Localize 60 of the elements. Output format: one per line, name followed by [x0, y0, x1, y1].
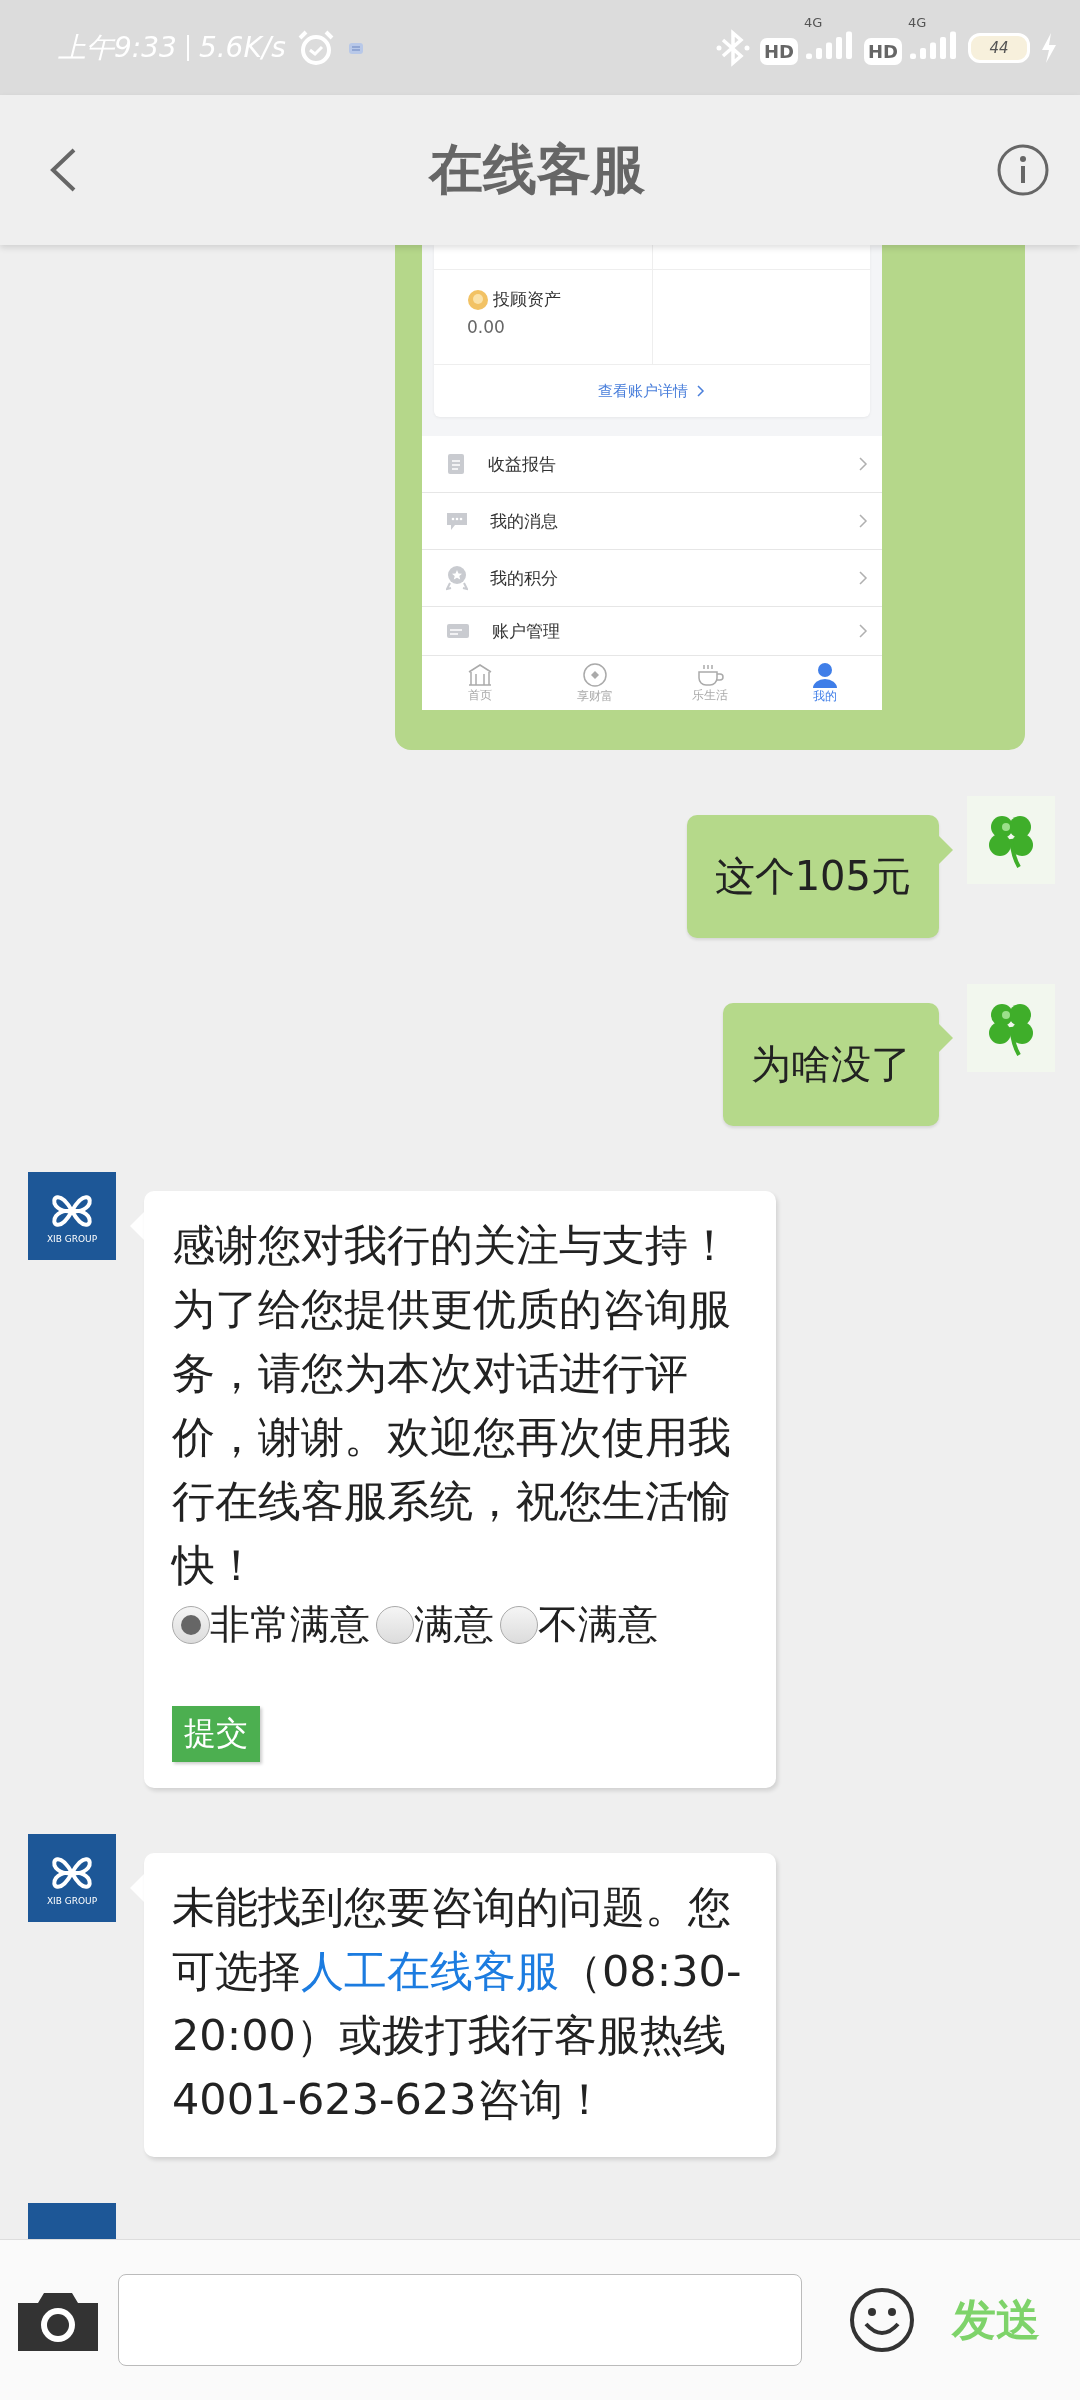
signal-icon [804, 30, 854, 61]
tab[interactable]: 享财富 [537, 656, 652, 710]
radio-button[interactable] [500, 1605, 538, 1644]
option-label: 不满意 [538, 1600, 658, 1649]
network-type: 4G [804, 14, 823, 30]
menu-label: 我的消息 [490, 509, 559, 533]
medal-icon [446, 565, 468, 591]
battery-level: 44 [989, 38, 1009, 57]
emoji-icon[interactable] [848, 2286, 916, 2354]
chat-icon [446, 510, 468, 532]
message-text: 感谢您对我行的关注与支持！为了给您提供更优质的咨询服务，请您为本次对话进行评价，谢谢。欢迎您再次使用我行在线客服系统，祝您生活愉快！ [172, 1219, 732, 1592]
charging-icon [1040, 31, 1058, 64]
info-icon[interactable] [996, 143, 1050, 197]
menu-item[interactable]: 账户管理 [422, 607, 882, 655]
coin-icon [467, 288, 489, 311]
rating-option[interactable]: 非常满意 [172, 1597, 376, 1652]
radio-button[interactable] [172, 1605, 210, 1644]
agent-chat-link[interactable]: 人工在线客服 [301, 1946, 559, 1996]
back-icon[interactable] [48, 147, 78, 193]
message-input[interactable] [118, 2274, 802, 2366]
chevron-right-icon [696, 384, 706, 398]
account-details-link[interactable]: 查看账户详情 [598, 381, 688, 401]
rating-option[interactable]: 不满意 [500, 1597, 664, 1652]
menu-label: 收益报告 [488, 452, 557, 476]
menu-item[interactable]: 我的积分 [422, 550, 882, 607]
tab[interactable]: 乐生活 [652, 656, 767, 710]
option-label: 满意 [414, 1600, 494, 1649]
bluetooth-icon [715, 27, 750, 68]
asset-label: 投顾资产 [493, 288, 561, 311]
menu-item[interactable]: 收益报告 [422, 436, 882, 493]
message-text: 未能找到您要咨询的问题。您可选择人工在线客服（08:30-20:00）或拨打我行客服热线4001-623-623咨询！ [172, 1881, 743, 2126]
tab[interactable]: 首页 [422, 656, 537, 710]
tab[interactable]: 我的 [767, 656, 882, 710]
option-label: 非常满意 [210, 1600, 370, 1649]
chevron-right-icon [858, 570, 868, 586]
menu-item[interactable]: 我的消息 [422, 493, 882, 550]
chevron-right-icon [858, 623, 868, 639]
person-icon [811, 661, 838, 688]
document-icon [446, 452, 466, 476]
coin-icon [581, 661, 608, 688]
menu-label: 我的积分 [490, 566, 559, 590]
bank-icon [466, 662, 493, 687]
submit-button[interactable]: 提交 [172, 1706, 260, 1762]
message-text: 这个105元 [714, 853, 911, 899]
menu-label: 账户管理 [492, 619, 561, 643]
asset-value: 0.00 [467, 317, 506, 337]
hd-badge: HD [759, 37, 798, 65]
hd-badge: HD [864, 37, 902, 65]
network-type: 4G [908, 14, 927, 30]
logo-caption: XIB GROUP [46, 1896, 98, 1906]
logo-caption: XIB GROUP [46, 1234, 98, 1244]
page-title: 在线客服 [429, 136, 645, 203]
rating-option[interactable]: 满意 [376, 1597, 500, 1652]
chevron-right-icon [858, 456, 868, 472]
radio-button[interactable] [376, 1605, 414, 1644]
card-icon [446, 621, 470, 641]
signal-icon [908, 30, 958, 61]
chevron-right-icon [858, 513, 868, 529]
message-text: 为啥没了 [751, 1041, 911, 1087]
cup-icon [695, 662, 724, 687]
